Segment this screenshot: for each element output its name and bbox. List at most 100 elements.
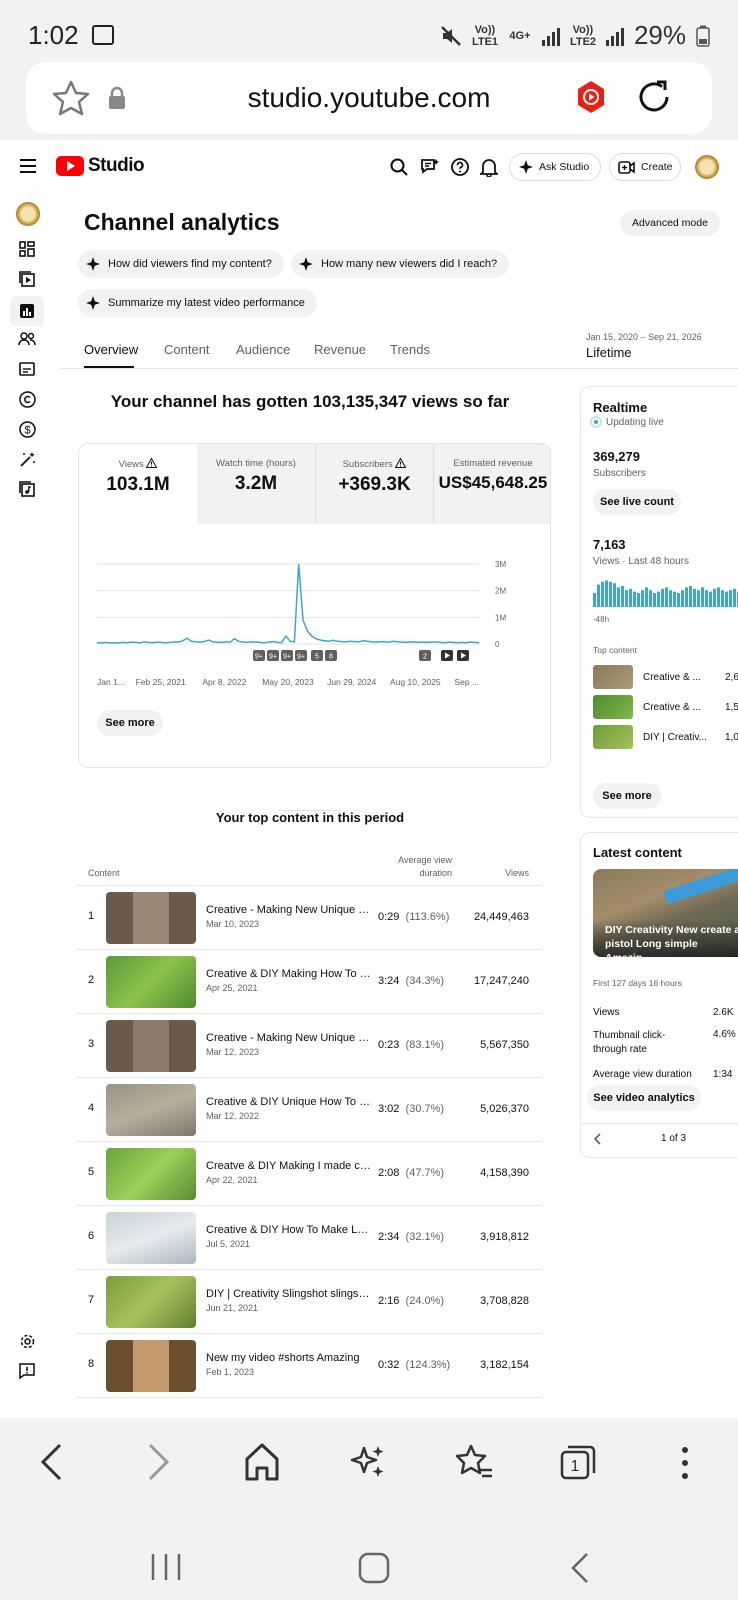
tab-audience[interactable]: Audience: [236, 342, 290, 357]
recent-apps-icon[interactable]: [150, 1552, 182, 1582]
video-title[interactable]: New my video #shorts Amazing: [206, 1352, 371, 1364]
bookmarks-icon[interactable]: [454, 1444, 494, 1480]
video-title[interactable]: DIY | Creativity Slingshot slingsh...: [206, 1288, 371, 1300]
realtime-item-thumbnail[interactable]: [593, 725, 633, 749]
row-rank: 8: [88, 1358, 95, 1370]
tabs-button[interactable]: 1: [560, 1444, 596, 1480]
more-menu-icon[interactable]: [678, 1446, 692, 1480]
period-label[interactable]: Lifetime: [586, 345, 632, 360]
sidebar-subtitles-icon[interactable]: [14, 356, 40, 382]
suggestion-chip[interactable]: Summarize my latest video performance: [78, 289, 317, 317]
back-icon[interactable]: [38, 1442, 64, 1482]
ask-studio-button[interactable]: Ask Studio: [509, 153, 601, 181]
avg-view-duration: 3:02: [378, 1103, 400, 1115]
ai-sparkle-icon[interactable]: [350, 1444, 386, 1480]
table-row[interactable]: 3 Creative - Making New Unique al... Mar 1…: [76, 1014, 541, 1078]
video-thumbnail[interactable]: [106, 1084, 196, 1136]
realtime-item-title[interactable]: Creative & ...: [643, 672, 701, 683]
table-row[interactable]: 4 Creative & DIY Unique How To M... Mar 12…: [76, 1078, 541, 1142]
sidebar-earn-icon[interactable]: $: [14, 416, 40, 442]
video-thumbnail[interactable]: [106, 956, 196, 1008]
home-icon[interactable]: [244, 1442, 280, 1482]
menu-icon[interactable]: [20, 159, 36, 173]
table-row[interactable]: 6 Creative & DIY How To Make Lon... Jul 5,…: [76, 1206, 541, 1270]
video-thumbnail[interactable]: [106, 1148, 196, 1200]
metric-tab-watch-time[interactable]: Watch time (hours) 3.2M: [197, 444, 315, 524]
tabs-icon: 1: [560, 1445, 596, 1480]
realtime-item-title[interactable]: Creative & ...: [643, 702, 701, 713]
table-row[interactable]: 8 New my video #shorts Amazing Feb 1, 2023…: [76, 1334, 541, 1398]
create-button[interactable]: Create: [609, 153, 681, 181]
video-title[interactable]: Creative - Making New Unique al...: [206, 1032, 371, 1044]
sidebar-customization-icon[interactable]: [14, 446, 40, 472]
video-title[interactable]: Creative & DIY Unique How To M...: [206, 1096, 371, 1108]
video-title[interactable]: Creative - Making New Unique al...: [206, 904, 371, 916]
video-title[interactable]: Creatve & DIY Making I made ca...: [206, 1160, 371, 1172]
views-line-chart[interactable]: 3M 2M 1M 0 9+ 9+ 9+ 9+ 5 8 2 Jan 1... Feb 25, 2021 Ap…: [79, 544, 551, 694]
browser-navigation-bar: 1: [0, 1418, 738, 1600]
comments-icon[interactable]: [420, 157, 440, 177]
notifications-bell-icon[interactable]: [480, 157, 498, 177]
account-avatar[interactable]: [695, 155, 719, 179]
realtime-bar-chart[interactable]: [593, 577, 738, 607]
sidebar-content-icon[interactable]: [14, 266, 40, 292]
table-row[interactable]: 1 Creative - Making New Unique al... Mar 1…: [76, 886, 541, 950]
see-video-analytics-button[interactable]: See video analytics: [587, 1085, 701, 1111]
video-thumbnail[interactable]: [106, 892, 196, 944]
date-range[interactable]: Jan 15, 2020 – Sep 21, 2026: [586, 332, 702, 342]
sidebar-analytics-icon[interactable]: [10, 296, 44, 326]
forward-icon[interactable]: [146, 1442, 172, 1482]
video-thumbnail[interactable]: [106, 1276, 196, 1328]
video-thumbnail[interactable]: [106, 1340, 196, 1392]
realtime-views-label: Views · Last 48 hours: [593, 556, 689, 567]
sidebar-community-icon[interactable]: [14, 326, 40, 352]
help-icon[interactable]: [450, 157, 470, 177]
chevron-left-icon[interactable]: [593, 1133, 601, 1145]
tab-overview[interactable]: Overview: [84, 342, 138, 357]
browser-url-bar[interactable]: studio.youtube.com: [26, 62, 712, 134]
advanced-mode-button[interactable]: Advanced mode: [620, 210, 720, 236]
sidebar-settings-icon[interactable]: [14, 1328, 40, 1354]
realtime-item-title[interactable]: DIY | Creativ...: [643, 732, 707, 743]
sidebar-dashboard-icon[interactable]: [14, 236, 40, 262]
sidebar-feedback-icon[interactable]: [14, 1358, 40, 1384]
video-title[interactable]: Creative & DIY How To Make Lon...: [206, 1224, 371, 1236]
channel-avatar[interactable]: [16, 202, 40, 226]
sidebar-copyright-icon[interactable]: [14, 386, 40, 412]
realtime-bar: [697, 590, 700, 607]
metric-tab-revenue[interactable]: Estimated revenue US$45,648.25: [433, 444, 550, 524]
url-text[interactable]: studio.youtube.com: [26, 82, 712, 114]
see-live-count-button[interactable]: See live count: [593, 489, 681, 515]
realtime-item-thumbnail[interactable]: [593, 695, 633, 719]
metric-tab-views[interactable]: Views 103.1M: [79, 444, 197, 524]
realtime-item-thumbnail[interactable]: [593, 665, 633, 689]
studio-logo[interactable]: Studio: [56, 155, 145, 177]
system-home-icon[interactable]: [358, 1552, 390, 1584]
system-back-icon[interactable]: [570, 1552, 590, 1584]
sidebar-audio-library-icon[interactable]: [14, 476, 40, 502]
video-thumbnail[interactable]: [106, 1212, 196, 1264]
video-views: 5,567,350: [480, 1039, 529, 1051]
reload-icon[interactable]: [634, 76, 674, 118]
tab-revenue[interactable]: Revenue: [314, 342, 366, 357]
realtime-bar: [601, 581, 604, 607]
table-row[interactable]: 7 DIY | Creativity Slingshot slingsh... Ju…: [76, 1270, 541, 1334]
see-more-button[interactable]: See more: [97, 710, 163, 736]
overview-chart-card: Views 103.1M Watch time (hours) 3.2M Sub…: [78, 443, 551, 768]
video-thumbnail[interactable]: [106, 1020, 196, 1072]
latest-video-thumbnail[interactable]: DIY Creativity New create a pistol Long …: [593, 869, 738, 957]
youtube-studio-app-icon[interactable]: [576, 80, 606, 114]
suggestion-chip[interactable]: How many new viewers did I reach?: [291, 250, 510, 278]
table-row[interactable]: 2 Creative & DIY Making How To M... Apr 25…: [76, 950, 541, 1014]
suggestion-chip[interactable]: How did viewers find my content?: [78, 250, 284, 278]
tab-content[interactable]: Content: [164, 342, 210, 357]
video-date: Apr 22, 2021: [206, 1175, 258, 1185]
metric-tab-subscribers[interactable]: Subscribers +369.3K: [315, 444, 433, 524]
table-row[interactable]: 5 Creatve & DIY Making I made ca... Apr 22…: [76, 1142, 541, 1206]
tab-trends[interactable]: Trends: [390, 342, 430, 357]
video-title[interactable]: Creative & DIY Making How To M...: [206, 968, 371, 980]
top-content-header: Content Average view duration Views: [76, 846, 541, 886]
studio-app: Studio Ask Studio Create $ Channel analy…: [0, 140, 738, 1418]
realtime-see-more-button[interactable]: See more: [593, 783, 661, 809]
search-icon[interactable]: [390, 158, 408, 176]
